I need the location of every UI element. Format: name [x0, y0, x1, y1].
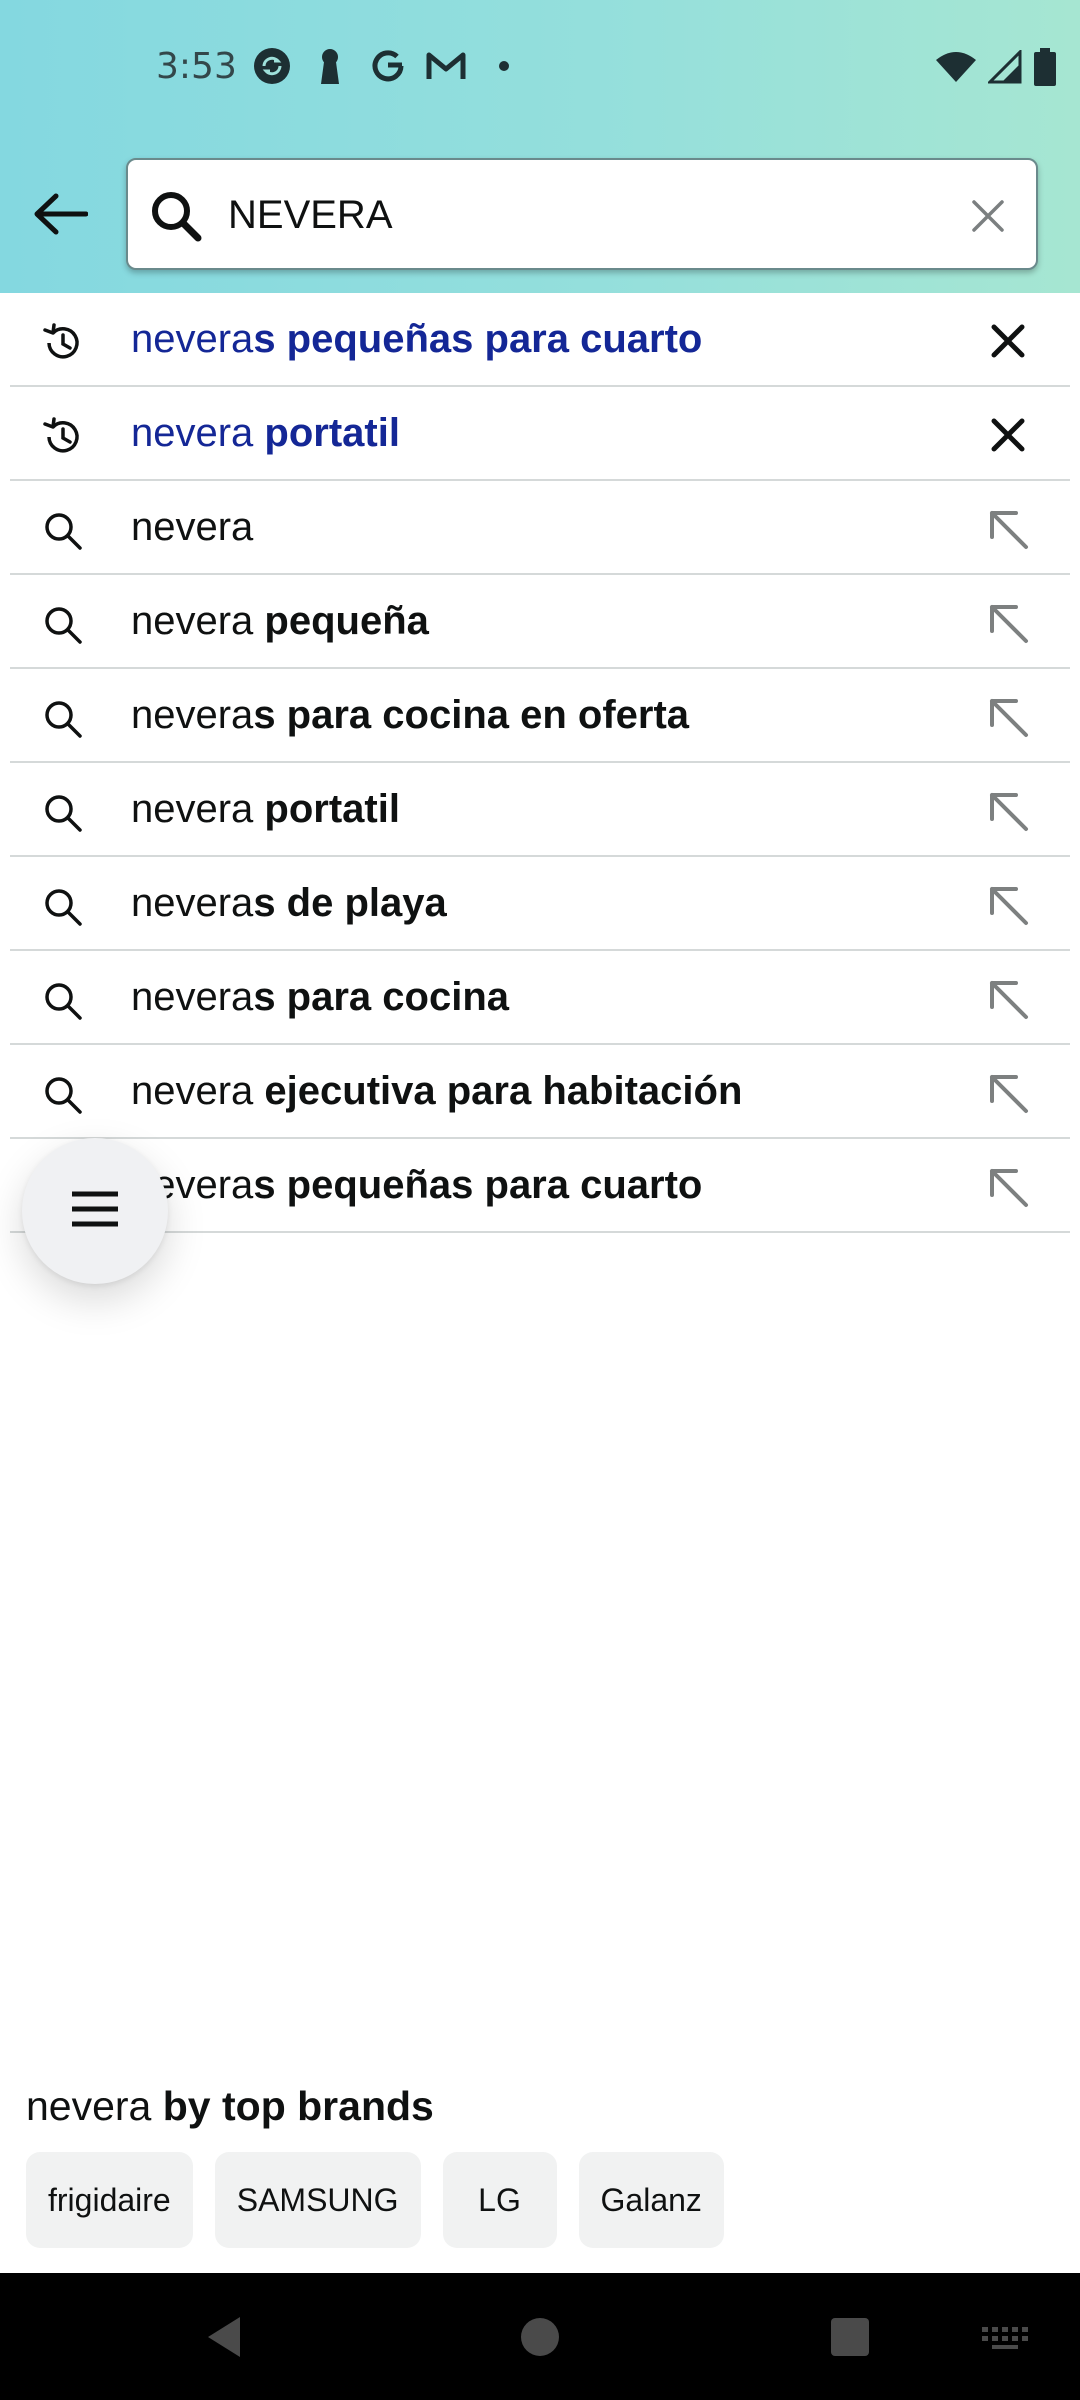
- fill-query-arrow-icon[interactable]: [984, 975, 1032, 1023]
- brand-chip-samsung[interactable]: SAMSUNG: [214, 2152, 421, 2248]
- system-nav-bar: [0, 2273, 1080, 2400]
- sync-app-icon: [250, 44, 294, 88]
- search-suggestion-item[interactable]: nevera: [0, 481, 1080, 575]
- nav-home-icon[interactable]: [510, 2307, 570, 2367]
- back-button[interactable]: [22, 178, 98, 254]
- notification-dot-icon: [482, 44, 526, 88]
- suggestion-text: nevera pequeña: [131, 597, 429, 645]
- suggestion-prefix: nevera: [131, 505, 254, 549]
- status-bar: 3:53: [0, 0, 1080, 135]
- suggestion-completion: s para cocina: [253, 975, 509, 1019]
- battery-icon: [1034, 48, 1056, 91]
- remove-history-icon[interactable]: [984, 317, 1032, 365]
- keyhole-app-icon: [308, 44, 352, 88]
- suggestion-text: neveras para cocina en oferta: [131, 691, 689, 739]
- search-bar[interactable]: [126, 158, 1038, 270]
- search-suggestion-item[interactable]: nevera portatil: [0, 763, 1080, 857]
- suggestion-completion: s pequeñas para cuarto: [253, 317, 703, 361]
- wifi-icon: [936, 50, 976, 89]
- suggestion-prefix: nevera: [131, 975, 254, 1019]
- search-suggestion-item[interactable]: neveras para cocina en oferta: [0, 669, 1080, 763]
- gmail-icon: [424, 44, 468, 88]
- fill-query-arrow-icon[interactable]: [984, 693, 1032, 741]
- fill-query-arrow-icon[interactable]: [984, 1163, 1032, 1211]
- nav-back-icon[interactable]: [196, 2307, 256, 2367]
- notification-icons: [250, 44, 540, 88]
- suggestion-text: nevera: [131, 503, 253, 551]
- status-time: 3:53: [156, 46, 237, 87]
- suggestion-prefix: nevera: [131, 881, 254, 925]
- suggestions-list: neveras pequeñas para cuarto nevera porta…: [0, 293, 1080, 1233]
- brand-chips: frigidaire SAMSUNG LG Galanz: [26, 2152, 724, 2248]
- clear-search-button[interactable]: [966, 194, 1010, 238]
- search-icon: [40, 602, 86, 648]
- suggestion-text: nevera ejecutiva para habitación: [131, 1067, 742, 1115]
- search-suggestion-item[interactable]: neveras de playa: [0, 857, 1080, 951]
- history-suggestion-item[interactable]: nevera portatil: [0, 387, 1080, 481]
- search-icon: [40, 696, 86, 742]
- search-input[interactable]: [228, 180, 928, 250]
- history-suggestion-item[interactable]: neveras pequeñas para cuarto: [0, 293, 1080, 387]
- suggestion-completion: pequeña: [264, 599, 429, 643]
- suggestion-completion: portatil: [264, 787, 400, 831]
- system-status-icons: [936, 48, 1056, 91]
- remove-history-icon[interactable]: [984, 411, 1032, 459]
- cell-signal-icon: [986, 48, 1022, 89]
- suggestion-prefix: nevera: [131, 1069, 265, 1113]
- google-icon: [366, 44, 410, 88]
- brand-chip-frigidaire[interactable]: frigidaire: [26, 2152, 193, 2248]
- search-icon: [148, 188, 204, 244]
- fill-query-arrow-icon[interactable]: [984, 599, 1032, 647]
- arrow-left-icon: [32, 192, 89, 241]
- suggestion-text: nevera portatil: [131, 409, 400, 457]
- nav-recents-icon[interactable]: [820, 2307, 880, 2367]
- suggestion-prefix: nevera: [131, 787, 265, 831]
- suggestion-completion: s para cocina en oferta: [253, 693, 690, 737]
- suggestion-prefix: nevera: [131, 599, 265, 643]
- history-clock-icon: [40, 320, 86, 366]
- brand-chip-lg[interactable]: LG: [442, 2152, 557, 2248]
- row-divider: [10, 1231, 1070, 1233]
- suggestion-completion: s de playa: [253, 881, 447, 925]
- top-brands-bold: by top brands: [162, 2083, 434, 2129]
- brand-chip-galanz[interactable]: Galanz: [578, 2152, 724, 2248]
- search-icon: [40, 508, 86, 554]
- suggestion-text: nevera portatil: [131, 785, 400, 833]
- close-icon: [972, 200, 1004, 232]
- suggestion-text: neveras de playa: [131, 879, 447, 927]
- search-icon: [40, 790, 86, 836]
- search-icon: [40, 884, 86, 930]
- suggestion-prefix: nevera: [131, 411, 265, 455]
- suggestion-text: neveras para cocina: [131, 973, 509, 1021]
- fill-query-arrow-icon[interactable]: [984, 505, 1032, 553]
- search-icon: [40, 1072, 86, 1118]
- app-header: 3:53: [0, 0, 1080, 293]
- search-suggestion-item[interactable]: nevera pequeña: [0, 575, 1080, 669]
- suggestion-completion: ejecutiva para habitación: [264, 1069, 743, 1113]
- fill-query-arrow-icon[interactable]: [984, 1069, 1032, 1117]
- search-suggestion-item[interactable]: nevera ejecutiva para habitación: [0, 1045, 1080, 1139]
- search-suggestion-item[interactable]: neveras para cocina: [0, 951, 1080, 1045]
- suggestion-text: neveras pequeñas para cuarto: [131, 1161, 702, 1209]
- menu-fab-button[interactable]: [22, 1138, 168, 1284]
- suggestion-completion: portatil: [264, 411, 400, 455]
- suggestion-prefix: nevera: [131, 317, 254, 361]
- top-brands-prefix: nevera: [26, 2083, 163, 2129]
- history-clock-icon: [40, 414, 86, 460]
- top-brands-title: nevera by top brands: [26, 2083, 434, 2130]
- suggestion-prefix: nevera: [131, 693, 254, 737]
- search-icon: [40, 978, 86, 1024]
- menu-icon: [70, 1189, 120, 1234]
- fill-query-arrow-icon[interactable]: [984, 881, 1032, 929]
- suggestion-completion: s pequeñas para cuarto: [253, 1163, 703, 1207]
- keyboard-icon[interactable]: [978, 2307, 1038, 2367]
- suggestion-text: neveras pequeñas para cuarto: [131, 315, 702, 363]
- fill-query-arrow-icon[interactable]: [984, 787, 1032, 835]
